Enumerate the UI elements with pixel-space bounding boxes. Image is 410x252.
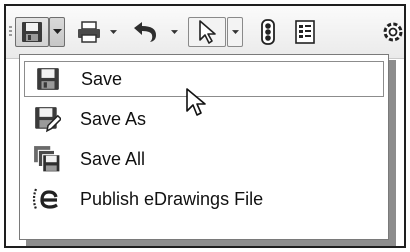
save-dropdown-arrow[interactable] xyxy=(49,17,65,47)
save-as-icon xyxy=(30,104,64,134)
edrawings-icon xyxy=(30,184,64,214)
select-arrow-icon xyxy=(196,19,218,45)
save-all-icon xyxy=(30,144,64,174)
standard-toolbar xyxy=(6,6,404,59)
print-dropdown-arrow[interactable] xyxy=(106,17,120,47)
options-gear-icon xyxy=(380,19,404,45)
save-icon xyxy=(31,64,65,94)
menu-item-label: Save All xyxy=(80,148,146,169)
save-dropdown-menu: Save Save As Save All Publish eDrawings … xyxy=(19,54,389,240)
save-icon xyxy=(20,20,44,44)
undo-button[interactable] xyxy=(126,17,166,47)
traffic-light-icon xyxy=(261,19,275,45)
select-dropdown-arrow[interactable] xyxy=(227,17,243,47)
toolbar-grip xyxy=(9,26,12,38)
undo-icon xyxy=(130,20,162,44)
chevron-down-icon xyxy=(231,29,239,35)
print-icon xyxy=(76,20,102,44)
menu-item-publish-edrawings[interactable]: Publish eDrawings File xyxy=(24,181,384,217)
rebuild-button[interactable] xyxy=(253,17,283,47)
file-properties-button[interactable] xyxy=(289,17,321,47)
options-button[interactable] xyxy=(380,17,404,47)
print-button[interactable] xyxy=(73,17,105,47)
chevron-down-icon xyxy=(109,29,117,35)
file-properties-icon xyxy=(294,20,316,44)
mouse-cursor-icon xyxy=(185,87,207,124)
menu-item-label: Publish eDrawings File xyxy=(80,188,264,209)
chevron-down-icon xyxy=(52,29,62,35)
menu-item-save-all[interactable]: Save All xyxy=(24,141,384,177)
save-toolbar-button[interactable] xyxy=(15,17,49,47)
undo-dropdown-arrow[interactable] xyxy=(167,17,181,47)
menu-item-label: Save As xyxy=(80,108,147,129)
select-button[interactable] xyxy=(188,17,226,47)
chevron-down-icon xyxy=(170,29,178,35)
menu-item-label: Save xyxy=(81,68,123,89)
